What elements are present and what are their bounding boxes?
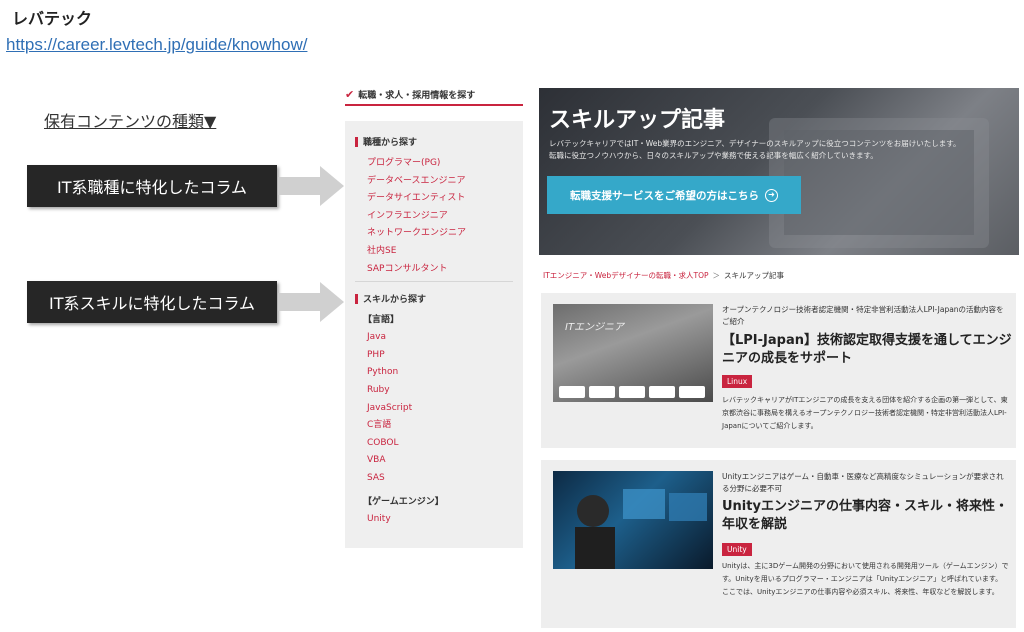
callout-it-jobs: IT系職種に特化したコラム <box>27 165 277 207</box>
breadcrumb-separator: ＞ <box>712 271 721 280</box>
sidebar-section-label: 職種から探す <box>363 138 418 148</box>
breadcrumb-home-link[interactable]: ITエンジニア・Webデザイナーの転職・求人TOP <box>543 270 709 281</box>
sidebar-header: ✔ 転職・求人・採用情報を探す <box>345 84 523 106</box>
sidebar-link-php[interactable]: PHP <box>355 347 513 365</box>
hero-banner: スキルアップ記事 レバテックキャリアではIT・Web業界のエンジニア、デザイナー… <box>539 88 1019 255</box>
hero-text-line: レバテックキャリアではIT・Web業界のエンジニア、デザイナーのスキルアップに役… <box>549 139 961 148</box>
breadcrumb: ITエンジニア・Webデザイナーの転職・求人TOP ＞ スキルアップ記事 <box>543 270 784 281</box>
workstation-graphic <box>575 489 707 569</box>
sidebar-link-sap-consultant[interactable]: SAPコンサルタント <box>355 261 513 279</box>
sidebar-link-network-engineer[interactable]: ネットワークエンジニア <box>355 225 513 243</box>
sidebar-section-jobs: 職種から探す <box>355 135 513 148</box>
hero-description: レバテックキャリアではIT・Web業界のエンジニア、デザイナーのスキルアップに役… <box>549 138 1009 162</box>
brand-title: レバテック <box>12 9 93 28</box>
callout-it-skills: IT系スキルに特化したコラム <box>27 281 277 323</box>
breadcrumb-current: スキルアップ記事 <box>724 271 785 280</box>
sidebar-section-label: スキルから探す <box>363 295 427 306</box>
sidebar-link-vba[interactable]: VBA <box>355 452 513 470</box>
right-arrow-icon <box>278 282 344 322</box>
article-card[interactable]: Unityエンジニアはゲーム・自動車・医療など高精度なシミュレーションが要求され… <box>541 460 1016 628</box>
sidebar-link-data-scientist[interactable]: データサイエンティスト <box>355 190 513 208</box>
check-icon: ✔ <box>345 87 355 101</box>
sidebar-header-title: 転職・求人・採用情報を探す <box>358 90 476 101</box>
article-lead: オープンテクノロジー技術者認定機関・特定非営利活動法人LPI-Japanの活動内… <box>722 305 1004 326</box>
right-arrow-icon <box>278 166 344 206</box>
section-marker <box>355 293 358 304</box>
sidebar-section-skills: スキルから探す <box>355 292 513 305</box>
sidebar-link-javascript[interactable]: JavaScript <box>355 400 513 418</box>
article-title[interactable]: 【LPI-Japan】技術認定取得支援を通してエンジニアの成長をサポート <box>722 332 1012 368</box>
article-tag[interactable]: Unity <box>722 543 752 556</box>
career-support-button-label: 転職支援サービスをご希望の方はこちら <box>570 189 759 202</box>
article-description: Unityは、主に3Dゲーム開発の分野において使用される開発用ツール（ゲームエン… <box>722 562 1009 596</box>
hero-title: スキルアップ記事 <box>549 108 726 133</box>
sidebar-link-ruby[interactable]: Ruby <box>355 382 513 400</box>
thumbnail-logos <box>559 386 705 398</box>
career-support-button[interactable]: 転職支援サービスをご希望の方はこちら ➜ <box>547 176 801 214</box>
sidebar-engine-label: 【ゲームエンジン】 <box>363 496 444 507</box>
sidebar-link-unity[interactable]: Unity <box>355 511 513 529</box>
sidebar-divider <box>355 281 513 283</box>
sidebar-link-c[interactable]: C言語 <box>355 417 513 435</box>
section-marker <box>355 136 358 147</box>
arrow-circle-right-icon: ➜ <box>765 188 778 202</box>
article-lead: Unityエンジニアはゲーム・自動車・医療など高精度なシミュレーションが要求され… <box>722 472 1004 493</box>
contents-heading: 保有コンテンツの種類▼ <box>44 112 217 131</box>
sidebar-language-label: 【言語】 <box>363 315 400 326</box>
sidebar-link-internal-se[interactable]: 社内SE <box>355 243 513 261</box>
article-thumbnail[interactable]: ITエンジニア <box>553 304 713 402</box>
sidebar-link-infra-engineer[interactable]: インフラエンジニア <box>355 208 513 226</box>
sidebar-link-sas[interactable]: SAS <box>355 470 513 488</box>
sidebar-link-cobol[interactable]: COBOL <box>355 435 513 453</box>
sidebar-link-python[interactable]: Python <box>355 364 513 382</box>
sidebar-link-programmer[interactable]: プログラマー(PG) <box>355 155 513 173</box>
sidebar-panel: 職種から探す プログラマー(PG) データベースエンジニア データサイエンティス… <box>345 121 523 548</box>
hero-text-line: 転職に役立つノウハウから、日々のスキルアップや業務で使える記事を幅広く紹介してい… <box>549 151 878 160</box>
sidebar-link-java[interactable]: Java <box>355 329 513 347</box>
article-title[interactable]: Unityエンジニアの仕事内容・スキル・将来性・年収を解説 <box>722 498 1012 534</box>
thumbnail-caption: ITエンジニア <box>565 322 625 333</box>
article-tag[interactable]: Linux <box>722 375 753 388</box>
article-card[interactable]: ITエンジニア オープンテクノロジー技術者認定機関・特定非営利活動法人LPI-J… <box>541 293 1016 448</box>
site-url-link[interactable]: https://career.levtech.jp/guide/knowhow/ <box>6 35 307 55</box>
article-description: レバテックキャリアがITエンジニアの成長を支える団体を紹介する企画の第一弾として… <box>722 396 1008 430</box>
sidebar-link-database-engineer[interactable]: データベースエンジニア <box>355 173 513 191</box>
article-thumbnail[interactable] <box>553 471 713 569</box>
